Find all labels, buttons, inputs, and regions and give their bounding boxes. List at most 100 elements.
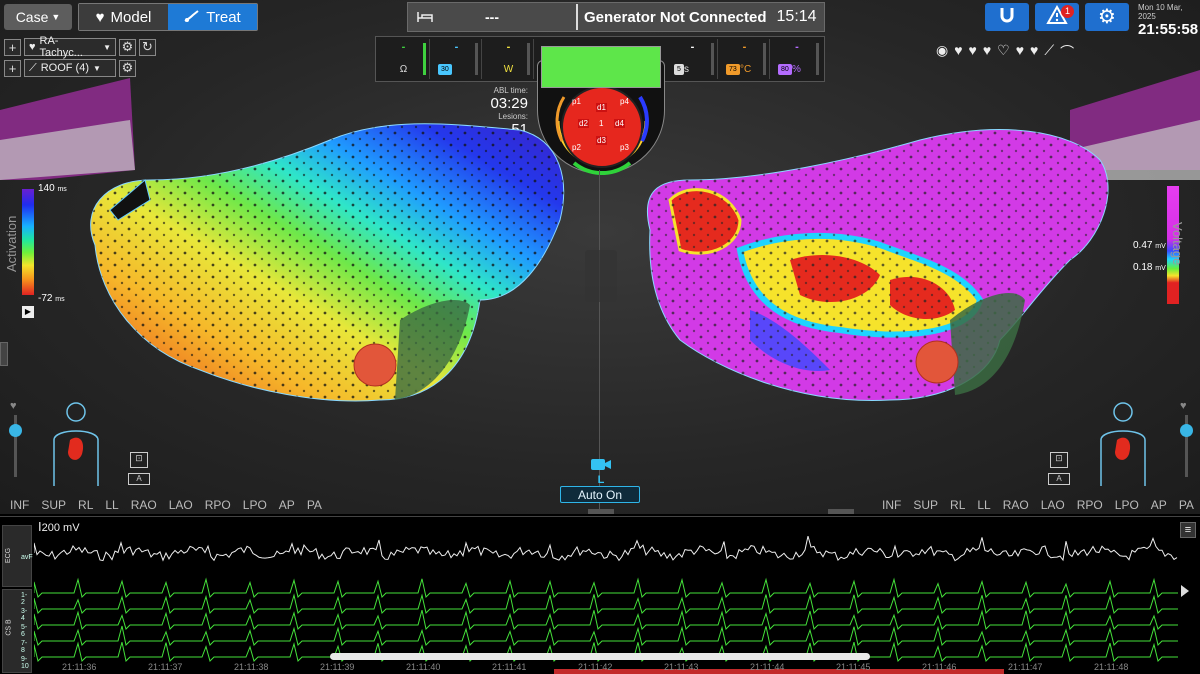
left-view-pa[interactable]: PA xyxy=(307,498,322,512)
time-tick: 21:11:45 xyxy=(836,662,871,672)
ecg-scroll-right-icon[interactable] xyxy=(1181,585,1189,597)
bridge-icon[interactable]: ⌒ xyxy=(1060,42,1074,62)
heart-outline-icon[interactable]: ♡ xyxy=(997,42,1010,62)
left-view-rao[interactable]: RAO xyxy=(131,498,157,512)
ecg-avf-trace xyxy=(34,535,1178,562)
patient-status: --- xyxy=(485,9,499,25)
eye-icon[interactable]: ◉ xyxy=(936,42,948,62)
treat-label: Treat xyxy=(206,8,241,26)
view-buttons-left: INF SUP RL LL RAO LAO RPO LPO AP PA xyxy=(10,498,334,512)
heart-check-icon[interactable]: ♥ xyxy=(1030,42,1038,62)
right-view-sup[interactable]: SUP xyxy=(913,498,938,512)
time-tick: 21:11:47 xyxy=(1008,662,1043,672)
heart-icon: ♥ xyxy=(10,400,17,412)
time-tick: 21:11:37 xyxy=(148,662,183,672)
date-text: Mon 10 Mar, 2025 xyxy=(1138,3,1183,21)
camera-control[interactable]: L xyxy=(589,458,613,486)
model-label: Model xyxy=(110,8,152,26)
magnet-button[interactable] xyxy=(985,3,1029,31)
ecg-group-tab[interactable]: ECG avF xyxy=(2,525,33,587)
left-view-lpo[interactable]: LPO xyxy=(243,498,267,512)
catheter-tool-icon[interactable]: ⟋ xyxy=(1044,42,1054,62)
time-text: 21:55:58 xyxy=(1138,21,1199,38)
voltage-low: 0.18 xyxy=(1133,262,1153,273)
map-name: RA-Tachyc... xyxy=(39,35,83,59)
auto-on-button[interactable]: Auto On xyxy=(560,486,640,503)
left-view-inf[interactable]: INF xyxy=(10,498,29,512)
left-view-rpo[interactable]: RPO xyxy=(205,498,231,512)
left-view-rl[interactable]: RL xyxy=(78,498,93,512)
cs-group-tab[interactable]: CS B 1-2 3-4 5-6 7-8 9-10 xyxy=(2,589,32,673)
time-tick: 21:11:40 xyxy=(406,662,441,672)
activation-unit: ms xyxy=(57,186,67,193)
case-menu-button[interactable]: Case ▼ xyxy=(4,4,72,30)
ecg-menu-button[interactable]: ≡ xyxy=(1180,522,1196,538)
add-map-button[interactable]: + xyxy=(4,38,21,56)
treat-tab[interactable]: Treat xyxy=(168,4,257,30)
camera-label: L xyxy=(597,474,605,486)
heart-tag-icon[interactable]: ♥ xyxy=(954,42,962,62)
view-toolbar: ◉ ♥ ♥ ♥ ♡ ♥ ♥ ⟋ ⌒ xyxy=(936,42,1074,62)
settings-button[interactable]: ⚙ xyxy=(1085,3,1129,31)
ecg-scrollbar[interactable] xyxy=(330,653,870,660)
caret-down-icon: ▼ xyxy=(51,12,61,22)
screenshot-left-icon[interactable]: ⊡ xyxy=(130,452,148,468)
mapping-viewport[interactable]: Case ▼ ♥ Model Treat --- Generator Not C… xyxy=(0,0,1200,514)
catheter-tip-marker[interactable] xyxy=(915,340,959,384)
right-view-lao[interactable]: LAO xyxy=(1041,498,1065,512)
heart-mesh-icon[interactable]: ♥ xyxy=(983,42,991,62)
case-label: Case xyxy=(15,9,49,25)
slider-handle-right[interactable] xyxy=(1180,424,1193,437)
heart-full-icon[interactable]: ♥ xyxy=(1016,42,1024,62)
heart-icon: ♥ xyxy=(29,41,36,53)
torso-orientation-left[interactable] xyxy=(48,400,104,486)
time-tick: 21:11:41 xyxy=(492,662,527,672)
right-view-inf[interactable]: INF xyxy=(882,498,901,512)
status-divider xyxy=(576,4,578,30)
camera-a-left-icon[interactable]: A xyxy=(128,473,150,485)
slider-handle-left[interactable] xyxy=(9,424,22,437)
right-view-pa[interactable]: PA xyxy=(1179,498,1194,512)
camera-a-right-icon[interactable]: A xyxy=(1048,473,1070,485)
screenshot-right-icon[interactable]: ⊡ xyxy=(1050,452,1068,468)
catheter-tip-marker[interactable] xyxy=(353,343,397,387)
ecg-panel[interactable]: I200 mV ECG avF CS B 1-2 3-4 5-6 7-8 9-1… xyxy=(0,516,1200,674)
right-view-ll[interactable]: LL xyxy=(977,498,990,512)
map-refresh-button[interactable]: ↻ xyxy=(139,38,156,56)
ecg-traces[interactable] xyxy=(34,517,1178,674)
generator-status: Generator Not Connected xyxy=(584,8,767,26)
ecg-panel-toggle[interactable] xyxy=(588,509,614,514)
map-dropdown[interactable]: ♥ RA-Tachyc... ▼ xyxy=(24,35,116,59)
left-view-lao[interactable]: LAO xyxy=(169,498,193,512)
right-view-lpo[interactable]: LPO xyxy=(1115,498,1139,512)
side-panel-toggle[interactable] xyxy=(0,342,8,366)
activation-colorbar[interactable] xyxy=(22,189,34,295)
left-view-sup[interactable]: SUP xyxy=(41,498,66,512)
voltage-map[interactable] xyxy=(600,70,1200,410)
heart-point-icon[interactable]: ♥ xyxy=(969,42,977,62)
activation-map[interactable] xyxy=(0,70,600,410)
right-view-ap[interactable]: AP xyxy=(1151,498,1167,512)
refresh-icon: ↻ xyxy=(142,39,153,54)
panel-expand-toggle[interactable] xyxy=(828,509,854,514)
torso-orientation-right[interactable] xyxy=(1095,400,1151,486)
time-tick: 21:11:48 xyxy=(1094,662,1129,672)
map-settings-button[interactable]: ⚙ xyxy=(119,38,136,56)
plus-icon: + xyxy=(8,39,17,55)
right-view-rpo[interactable]: RPO xyxy=(1077,498,1103,512)
voltage-low-row: 0.18 mV xyxy=(1133,262,1166,273)
activation-scale-title: Activation xyxy=(4,215,19,272)
model-tab[interactable]: ♥ Model xyxy=(79,4,168,30)
voltage-scale-title: Voltage xyxy=(1170,222,1185,266)
activation-max: 140 xyxy=(38,183,55,194)
alerts-button[interactable]: 1 xyxy=(1035,3,1079,31)
cs-channel-9-10: 9-10 xyxy=(21,656,29,670)
play-button[interactable]: ▶ xyxy=(22,306,34,318)
right-view-rl[interactable]: RL xyxy=(950,498,965,512)
time-tick: 21:11:46 xyxy=(922,662,957,672)
right-view-rao[interactable]: RAO xyxy=(1003,498,1029,512)
left-view-ap[interactable]: AP xyxy=(279,498,295,512)
cs-trace-1 xyxy=(34,593,1178,615)
left-view-ll[interactable]: LL xyxy=(105,498,118,512)
cs-group-label: CS B xyxy=(5,619,13,636)
